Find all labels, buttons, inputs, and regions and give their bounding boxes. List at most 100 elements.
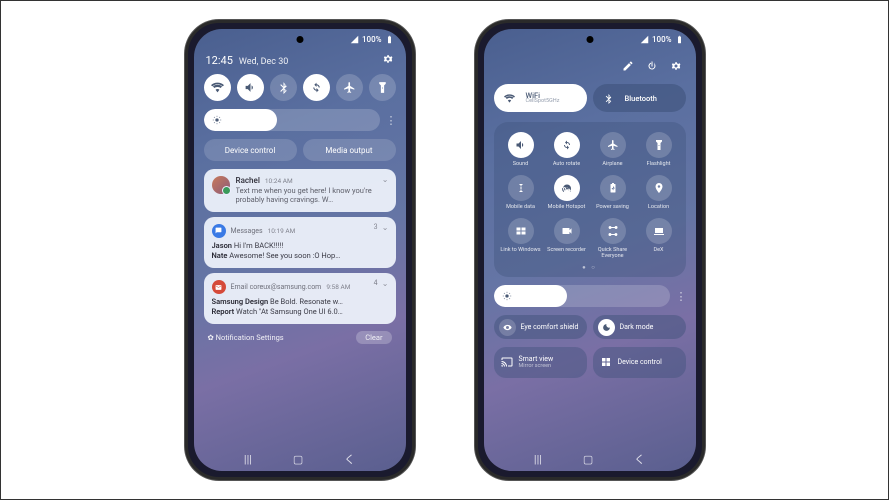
phone-right: 100% WiFi CellSpot5GHz Bluetoo xyxy=(475,20,705,480)
power-saving-icon xyxy=(607,182,619,194)
page-indicator[interactable]: ● ○ xyxy=(500,264,680,271)
notification-card[interactable]: Messages 10:19 AMJason Hi I'm BACK!!!!!N… xyxy=(204,217,396,268)
link-windows-icon xyxy=(515,225,527,237)
notif-line: Samsung Design Be Bold. Resonate w… xyxy=(212,297,388,307)
notif-line: Report Watch "At Samsung One UI 6.0… xyxy=(212,307,388,317)
brightness-more-icon[interactable]: ⋮ xyxy=(386,114,396,127)
wifi-toggle[interactable]: WiFi CellSpot5GHz xyxy=(494,84,587,112)
bluetooth-toggle[interactable] xyxy=(270,74,297,101)
brightness-more-icon[interactable]: ⋮ xyxy=(676,290,686,303)
device-control-label: Device control xyxy=(618,358,662,366)
date: Wed, Dec 30 xyxy=(239,57,288,67)
notif-line: Nate Awesome! See you soon :O Hop… xyxy=(212,251,388,261)
nav-home-icon[interactable]: ▢ xyxy=(293,453,303,466)
bluetooth-toggle[interactable]: Bluetooth xyxy=(593,84,686,112)
device-control-button[interactable]: Device control xyxy=(204,139,297,161)
app-name: Email coreux@samsung.com xyxy=(231,283,322,291)
flashlight-icon xyxy=(653,139,665,151)
camera-cutout xyxy=(296,36,303,43)
location-tile[interactable]: Location xyxy=(638,175,680,210)
settings-gear-icon[interactable] xyxy=(382,53,394,68)
battery-text: 100% xyxy=(362,35,382,44)
auto-rotate-toggle[interactable] xyxy=(303,74,330,101)
smart-view-button[interactable]: Smart view Mirror screen xyxy=(494,347,587,377)
sound-icon xyxy=(515,139,527,151)
dex-icon xyxy=(653,225,665,237)
moon-icon xyxy=(602,323,611,332)
mobile-hotspot-icon xyxy=(561,182,573,194)
auto-rotate-icon xyxy=(561,139,573,151)
grid-icon xyxy=(600,356,612,368)
nav-back-icon[interactable]: く xyxy=(344,451,355,467)
notification-card[interactable]: Rachel10:24 AMText me when you get here!… xyxy=(204,169,396,212)
tile-label: Sound xyxy=(513,161,529,167)
clear-button[interactable]: Clear xyxy=(356,331,391,344)
power-icon[interactable] xyxy=(646,57,658,76)
auto-rotate-tile[interactable]: Auto rotate xyxy=(546,132,588,167)
wifi-toggle[interactable] xyxy=(204,74,231,101)
brightness-slider[interactable] xyxy=(204,109,380,131)
auto-rotate-icon xyxy=(310,81,323,94)
nav-recents-icon[interactable]: ||| xyxy=(244,453,252,466)
flashlight-tile[interactable]: Flashlight xyxy=(638,132,680,167)
notif-sender: Rachel xyxy=(236,176,260,185)
sound-icon xyxy=(244,81,257,94)
brightness-slider[interactable] xyxy=(494,285,670,307)
app-name: Messages xyxy=(231,227,263,235)
chevron-down-icon[interactable]: ⌄ xyxy=(382,223,389,232)
battery-text: 100% xyxy=(652,35,672,44)
airplane-toggle[interactable] xyxy=(336,74,363,101)
signal-icon xyxy=(350,35,359,44)
notification-settings-link[interactable]: ✿ Notification Settings xyxy=(208,333,284,342)
tile-label: Link to Windows xyxy=(500,247,540,253)
chevron-down-icon[interactable]: ⌄ xyxy=(382,279,389,288)
notif-time: 9:58 AM xyxy=(326,283,350,291)
notif-count: 3 xyxy=(374,223,378,231)
quick-share-icon xyxy=(607,225,619,237)
eye-comfort-toggle[interactable]: Eye comfort shield xyxy=(494,315,587,339)
location-icon xyxy=(653,182,665,194)
flashlight-toggle[interactable] xyxy=(369,74,396,101)
notif-count: 4 xyxy=(374,279,378,287)
clock: 12:45 xyxy=(206,54,233,67)
sound-tile[interactable]: Sound xyxy=(500,132,542,167)
edit-icon[interactable] xyxy=(622,57,634,76)
app-icon xyxy=(212,280,226,294)
notification-card[interactable]: Email coreux@samsung.com 9:58 AM Samsung … xyxy=(204,273,396,324)
tile-label: Quick Share Everyone xyxy=(592,247,634,259)
sun-icon xyxy=(212,115,222,125)
dark-mode-toggle[interactable]: Dark mode xyxy=(593,315,686,339)
screen-recorder-tile[interactable]: Screen recorder xyxy=(546,218,588,259)
nav-home-icon[interactable]: ▢ xyxy=(583,453,593,466)
bluetooth-icon xyxy=(277,81,290,94)
dex-tile[interactable]: DeX xyxy=(638,218,680,259)
chevron-down-icon[interactable]: ⌄ xyxy=(382,175,389,184)
link-windows-tile[interactable]: Link to Windows xyxy=(500,218,542,259)
nav-back-icon[interactable]: く xyxy=(634,451,645,467)
tile-label: DeX xyxy=(654,247,664,253)
power-saving-tile[interactable]: Power saving xyxy=(592,175,634,210)
mobile-data-tile[interactable]: Mobile data xyxy=(500,175,542,210)
sound-toggle[interactable] xyxy=(237,74,264,101)
device-control-button[interactable]: Device control xyxy=(593,347,686,377)
signal-icon xyxy=(640,35,649,44)
tile-label: Power saving xyxy=(596,204,629,210)
tile-label: Auto rotate xyxy=(553,161,580,167)
nav-bar: ||| ▢ く xyxy=(484,447,696,471)
media-output-button[interactable]: Media output xyxy=(303,139,396,161)
nav-bar: ||| ▢ く xyxy=(194,447,406,471)
airplane-tile[interactable]: Airplane xyxy=(592,132,634,167)
wifi-network: CellSpot5GHz xyxy=(526,99,560,105)
mobile-hotspot-tile[interactable]: Mobile Hotspot xyxy=(546,175,588,210)
notif-time: 10:24 AM xyxy=(265,177,293,185)
battery-icon xyxy=(385,35,394,44)
tile-label: Location xyxy=(648,204,669,210)
tile-label: Mobile Hotspot xyxy=(548,204,586,210)
bluetooth-icon xyxy=(603,93,614,104)
nav-recents-icon[interactable]: ||| xyxy=(534,453,542,466)
tile-label: Mobile data xyxy=(506,204,535,210)
quick-share-tile[interactable]: Quick Share Everyone xyxy=(592,218,634,259)
dark-mode-label: Dark mode xyxy=(620,323,654,331)
settings-gear-icon[interactable] xyxy=(670,57,682,76)
app-icon xyxy=(212,224,226,238)
